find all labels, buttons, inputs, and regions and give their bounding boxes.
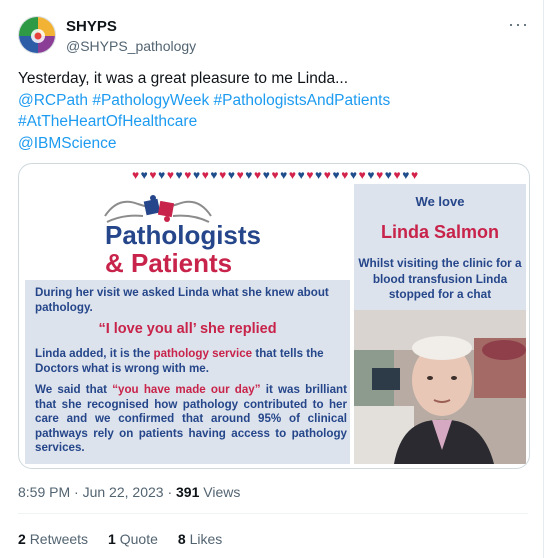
tweet-card: SHYPS @SHYPS_pathology ··· Yesterday, it… <box>0 0 544 558</box>
heart-icon: ♥ <box>349 168 358 182</box>
retweets-label: Retweets <box>29 531 89 547</box>
patient-photo <box>354 310 526 464</box>
p3-highlight: “you have made our day” <box>112 383 261 396</box>
author-name[interactable]: SHYPS <box>66 18 117 35</box>
heart-icon: ♥ <box>236 168 244 182</box>
heart-icon: ♥ <box>210 168 218 182</box>
author-handle[interactable]: @SHYPS_pathology <box>66 38 196 54</box>
logo-title-patients: & Patients <box>105 248 233 278</box>
quotes-label: Quote <box>119 531 158 547</box>
heart-icon: ♥ <box>341 168 349 182</box>
heart-icon: ♥ <box>131 168 140 182</box>
shyps-logo-icon <box>19 17 55 53</box>
we-love-text: We love <box>415 194 465 209</box>
tweet-line-2: @RCPath #PathologyWeek #PathologistsAndP… <box>18 90 528 112</box>
logo-area: Pathologists & Patients <box>25 184 350 280</box>
heart-icon: ♥ <box>306 168 314 182</box>
paragraph-said: We said that “you have made our day” it … <box>35 383 347 456</box>
heart-icon: ♥ <box>410 168 419 182</box>
heart-icon: ♥ <box>227 168 235 182</box>
logo-title-pathologists: Pathologists <box>105 220 262 250</box>
tweet-date[interactable]: Jun 22, 2023 <box>83 484 164 500</box>
heart-icon: ♥ <box>262 168 270 182</box>
tweet-meta: 8:59 PM · Jun 22, 2023 · 391 Views <box>18 484 240 500</box>
retweets-count: 2 <box>18 531 26 547</box>
p3-part-a: We said that <box>35 383 113 396</box>
tweet-time[interactable]: 8:59 PM <box>18 484 70 500</box>
heart-icon: ♥ <box>402 168 410 182</box>
p2-highlight: pathology service <box>153 347 253 360</box>
heart-icon: ♥ <box>158 168 166 182</box>
quote-text: “I love you all’ she replied <box>98 321 277 337</box>
heart-icon: ♥ <box>245 168 253 182</box>
meta-separator: · <box>74 484 79 500</box>
left-info-panel: Pathologists & Patients During her visit… <box>25 184 350 464</box>
portrait-image <box>354 310 526 464</box>
meta-separator-2: · <box>167 484 173 500</box>
retweets-stat[interactable]: 2 Retweets <box>18 531 88 547</box>
heart-icon: ♥ <box>184 168 192 182</box>
heart-icon: ♥ <box>332 168 340 182</box>
more-horizontal-icon[interactable]: ··· <box>508 14 529 35</box>
heart-icon: ♥ <box>219 168 227 182</box>
avatar[interactable] <box>18 16 56 54</box>
right-info-panel: We love Linda Salmon Whilst visiting the… <box>354 184 526 464</box>
views-count: 391 <box>176 484 200 500</box>
heart-icon: ♥ <box>384 168 392 182</box>
likes-stat[interactable]: 8 Likes <box>178 531 222 547</box>
heart-icon: ♥ <box>315 168 323 182</box>
heart-icon: ♥ <box>149 168 157 182</box>
heart-icon: ♥ <box>201 168 209 182</box>
heart-icon: ♥ <box>166 168 174 182</box>
hashtag-link-pathologyweek[interactable]: #PathologyWeek <box>92 92 209 109</box>
tweet-line-4: @IBMScience <box>18 133 528 155</box>
heart-icon: ♥ <box>192 168 201 182</box>
hashtag-link-pathologistsandpatients[interactable]: #PathologistsAndPatients <box>214 92 391 109</box>
heart-icon: ♥ <box>280 168 288 182</box>
heart-icon: ♥ <box>140 168 148 182</box>
likes-count: 8 <box>177 531 186 547</box>
quotes-count: 1 <box>108 531 116 547</box>
paragraph-added: Linda added, it is the pathology service… <box>35 347 345 376</box>
divider <box>18 513 528 514</box>
visit-description: Whilst visiting the clinic for a blood t… <box>358 256 522 301</box>
tweet-media-image[interactable]: ♥ ♥ ♥ ♥ ♥ ♥ ♥ ♥ ♥ ♥ ♥ ♥ ♥ ♥ ♥ ♥ ♥ ♥ ♥ ♥ ♥ ♥ ♥ ♥ ♥ ♥ ♥ ♥ ♥ ♥ ♥ ♥ ♥ Pathol… <box>18 163 530 469</box>
heart-icon: ♥ <box>271 168 279 182</box>
heart-icon: ♥ <box>376 168 384 182</box>
p2-part-a: Linda added, it is the <box>35 347 154 360</box>
mention-link-rcpath[interactable]: @RCPath <box>18 92 88 109</box>
heart-icon: ♥ <box>323 168 331 182</box>
hearts-border: ♥ ♥ ♥ ♥ ♥ ♥ ♥ ♥ ♥ ♥ ♥ ♥ ♥ ♥ ♥ ♥ ♥ ♥ ♥ ♥ ♥ ♥ ♥ ♥ ♥ ♥ ♥ ♥ ♥ ♥ ♥ ♥ ♥ <box>19 168 529 182</box>
quotes-stat[interactable]: 1 Quote <box>108 531 158 547</box>
hashtag-link-attheheartofhealthcare[interactable]: #AtTheHeartOfHealthcare <box>18 113 197 130</box>
heart-icon: ♥ <box>297 168 305 182</box>
heart-icon: ♥ <box>288 168 296 182</box>
paragraph-visit: During her visit we asked Linda what she… <box>35 286 329 314</box>
heart-icon: ♥ <box>254 168 262 182</box>
views-label: Views <box>203 484 241 500</box>
patient-name: Linda Salmon <box>380 222 499 242</box>
mention-link-ibmscience[interactable]: @IBMScience <box>18 135 116 152</box>
heart-icon: ♥ <box>175 168 183 182</box>
tweet-text: Yesterday, it was a great pleasure to me… <box>18 68 528 154</box>
tweet-line-1: Yesterday, it was a great pleasure to me… <box>18 70 348 87</box>
tweet-line-3: #AtTheHeartOfHealthcare <box>18 111 528 133</box>
heart-icon: ♥ <box>358 168 366 182</box>
heart-icon: ♥ <box>367 168 375 182</box>
tweet-stats: 2 Retweets 1 Quote 8 Likes <box>18 531 222 547</box>
likes-label: Likes <box>189 531 223 547</box>
heart-icon: ♥ <box>393 168 401 182</box>
